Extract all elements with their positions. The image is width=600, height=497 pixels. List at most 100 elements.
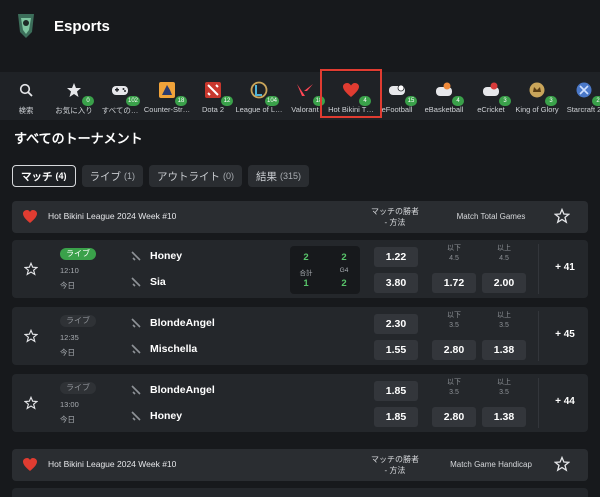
top-bar: Esports bbox=[0, 0, 600, 52]
odds-under-button[interactable]: 2.80 bbox=[432, 340, 476, 360]
over-label: 以上 bbox=[497, 245, 511, 252]
category-label: Starcraft 2 bbox=[566, 105, 600, 114]
odds-home-button[interactable]: 1.22 bbox=[374, 247, 418, 267]
team-name: Sia bbox=[150, 276, 166, 288]
match-row bbox=[12, 488, 588, 497]
category-label: Valorant bbox=[291, 105, 319, 114]
team-logo-icon bbox=[131, 251, 141, 261]
starcraft-icon bbox=[576, 82, 592, 98]
tab-label: マッチ bbox=[21, 170, 53, 183]
team-logo-icon bbox=[131, 277, 141, 287]
category-efootball[interactable]: 15 eFootball bbox=[380, 72, 417, 120]
tab-label: ライブ bbox=[89, 170, 122, 183]
team-name: BlondeAngel bbox=[150, 384, 215, 396]
team-logo-icon bbox=[131, 344, 141, 354]
category-search[interactable]: 検索 bbox=[8, 72, 44, 120]
odds-away-button[interactable]: 1.85 bbox=[374, 407, 418, 427]
dota2-icon bbox=[205, 82, 221, 98]
odds-home-button[interactable]: 1.85 bbox=[374, 381, 418, 401]
league-header: Hot Bikini League 2024 Week #10 マッチの勝者 -… bbox=[12, 201, 588, 233]
category-dota2[interactable]: 12 Dota 2 bbox=[196, 72, 233, 120]
tab-count: (315) bbox=[280, 171, 302, 181]
odds-under-button[interactable]: 2.80 bbox=[432, 407, 476, 427]
category-starcraft[interactable]: 2 Starcraft 2 bbox=[564, 72, 600, 120]
category-count-badge: 3 bbox=[499, 96, 511, 106]
over-line: 4.5 bbox=[499, 255, 509, 262]
match-day: 今日 bbox=[60, 348, 75, 357]
category-league-of-legends[interactable]: 104 League of L… bbox=[234, 72, 284, 120]
tab-matches[interactable]: マッチ (4) bbox=[12, 165, 76, 187]
odds-home-button[interactable]: 2.30 bbox=[374, 314, 418, 334]
category-label: すべての… bbox=[101, 106, 139, 115]
favorite-star-icon[interactable] bbox=[24, 396, 38, 410]
odds-away-button[interactable]: 3.80 bbox=[374, 273, 418, 293]
status-badge: ライブ bbox=[60, 248, 96, 260]
category-label: お気に入り bbox=[55, 106, 93, 115]
hot-bikini-icon bbox=[23, 458, 37, 471]
under-line: 4.5 bbox=[449, 255, 459, 262]
category-count-badge: 15 bbox=[405, 96, 417, 106]
team-home: Honey bbox=[130, 250, 182, 262]
tab-label: 結果 bbox=[256, 170, 277, 183]
category-count-badge: 4 bbox=[359, 96, 371, 106]
category-label: King of Glory bbox=[515, 105, 559, 114]
match-day: 今日 bbox=[60, 415, 75, 424]
category-count-badge: 2 bbox=[592, 96, 600, 106]
match-day: 今日 bbox=[60, 281, 75, 290]
league-header: Hot Bikini League 2024 Week #10 マッチの勝者 -… bbox=[12, 449, 588, 481]
filter-tabs: マッチ (4) ライブ (1) アウトライト (0) 結果 (315) bbox=[12, 165, 310, 187]
favorites-star-icon bbox=[67, 83, 81, 97]
odds-away-button[interactable]: 1.55 bbox=[374, 340, 418, 360]
status-badge: ライブ bbox=[60, 382, 96, 394]
tab-results[interactable]: 結果 (315) bbox=[248, 165, 310, 187]
category-count-badge: 18 bbox=[175, 96, 187, 106]
more-markets-button[interactable]: + 41 bbox=[548, 262, 582, 273]
odds-over-button[interactable]: 2.00 bbox=[482, 273, 526, 293]
category-valorant[interactable]: 18 Valorant bbox=[288, 72, 325, 120]
efootball-icon bbox=[389, 84, 405, 95]
category-count-badge: 12 bbox=[221, 96, 233, 106]
category-ecricket[interactable]: 3 eCricket bbox=[474, 72, 511, 120]
team-logo-icon bbox=[131, 411, 141, 421]
more-markets-button[interactable]: + 44 bbox=[548, 396, 582, 407]
match-time: 12:10 bbox=[60, 266, 79, 275]
score-home-total: 2 bbox=[303, 252, 309, 263]
column-header-winner: マッチの勝者 - 方法 bbox=[371, 207, 419, 227]
score-label-total: 合計 bbox=[299, 270, 313, 277]
team-name: Honey bbox=[150, 250, 183, 262]
page-title: Esports bbox=[54, 18, 110, 35]
match-time: 12:35 bbox=[60, 333, 79, 342]
odds-under-button[interactable]: 1.72 bbox=[432, 273, 476, 293]
category-count-badge: 102 bbox=[125, 96, 140, 106]
category-count-badge: 0 bbox=[82, 96, 94, 106]
category-label: eFootball bbox=[381, 105, 413, 114]
favorite-star-icon[interactable] bbox=[554, 456, 570, 472]
favorite-star-icon[interactable] bbox=[24, 329, 38, 343]
category-hot-bikini[interactable]: 4 Hot Bikini T… bbox=[320, 69, 382, 120]
divider bbox=[538, 311, 539, 361]
odds-over-button[interactable]: 1.38 bbox=[482, 340, 526, 360]
hot-bikini-icon bbox=[343, 83, 359, 97]
tab-live[interactable]: ライブ (1) bbox=[81, 165, 143, 187]
hot-bikini-icon bbox=[23, 210, 37, 223]
category-counter-strike[interactable]: 18 Counter-Str… bbox=[142, 72, 192, 120]
column-header-winner: マッチの勝者 - 方法 bbox=[371, 455, 419, 475]
category-king-of-glory[interactable]: 3 King of Glory bbox=[514, 72, 560, 120]
category-all[interactable]: 102 すべての… bbox=[98, 72, 142, 120]
tab-count: (1) bbox=[124, 171, 135, 181]
category-favorites[interactable]: 0 お気に入り bbox=[52, 72, 96, 120]
team-home: BlondeAngel bbox=[130, 317, 215, 329]
favorite-star-icon[interactable] bbox=[554, 208, 570, 224]
team-name: Honey bbox=[150, 410, 183, 422]
favorite-star-icon[interactable] bbox=[24, 262, 38, 276]
column-header-market: Match Game Handicap bbox=[450, 460, 532, 469]
valorant-icon bbox=[297, 84, 313, 96]
category-label: 検索 bbox=[18, 106, 34, 115]
more-markets-button[interactable]: + 45 bbox=[548, 329, 582, 340]
category-label: eBasketball bbox=[424, 105, 464, 114]
tab-outrights[interactable]: アウトライト (0) bbox=[149, 165, 242, 187]
league-name: Hot Bikini League 2024 Week #10 bbox=[48, 459, 177, 469]
odds-over-button[interactable]: 1.38 bbox=[482, 407, 526, 427]
over-line: 3.5 bbox=[499, 322, 509, 329]
category-ebasketball[interactable]: 4 eBasketball bbox=[422, 72, 466, 120]
